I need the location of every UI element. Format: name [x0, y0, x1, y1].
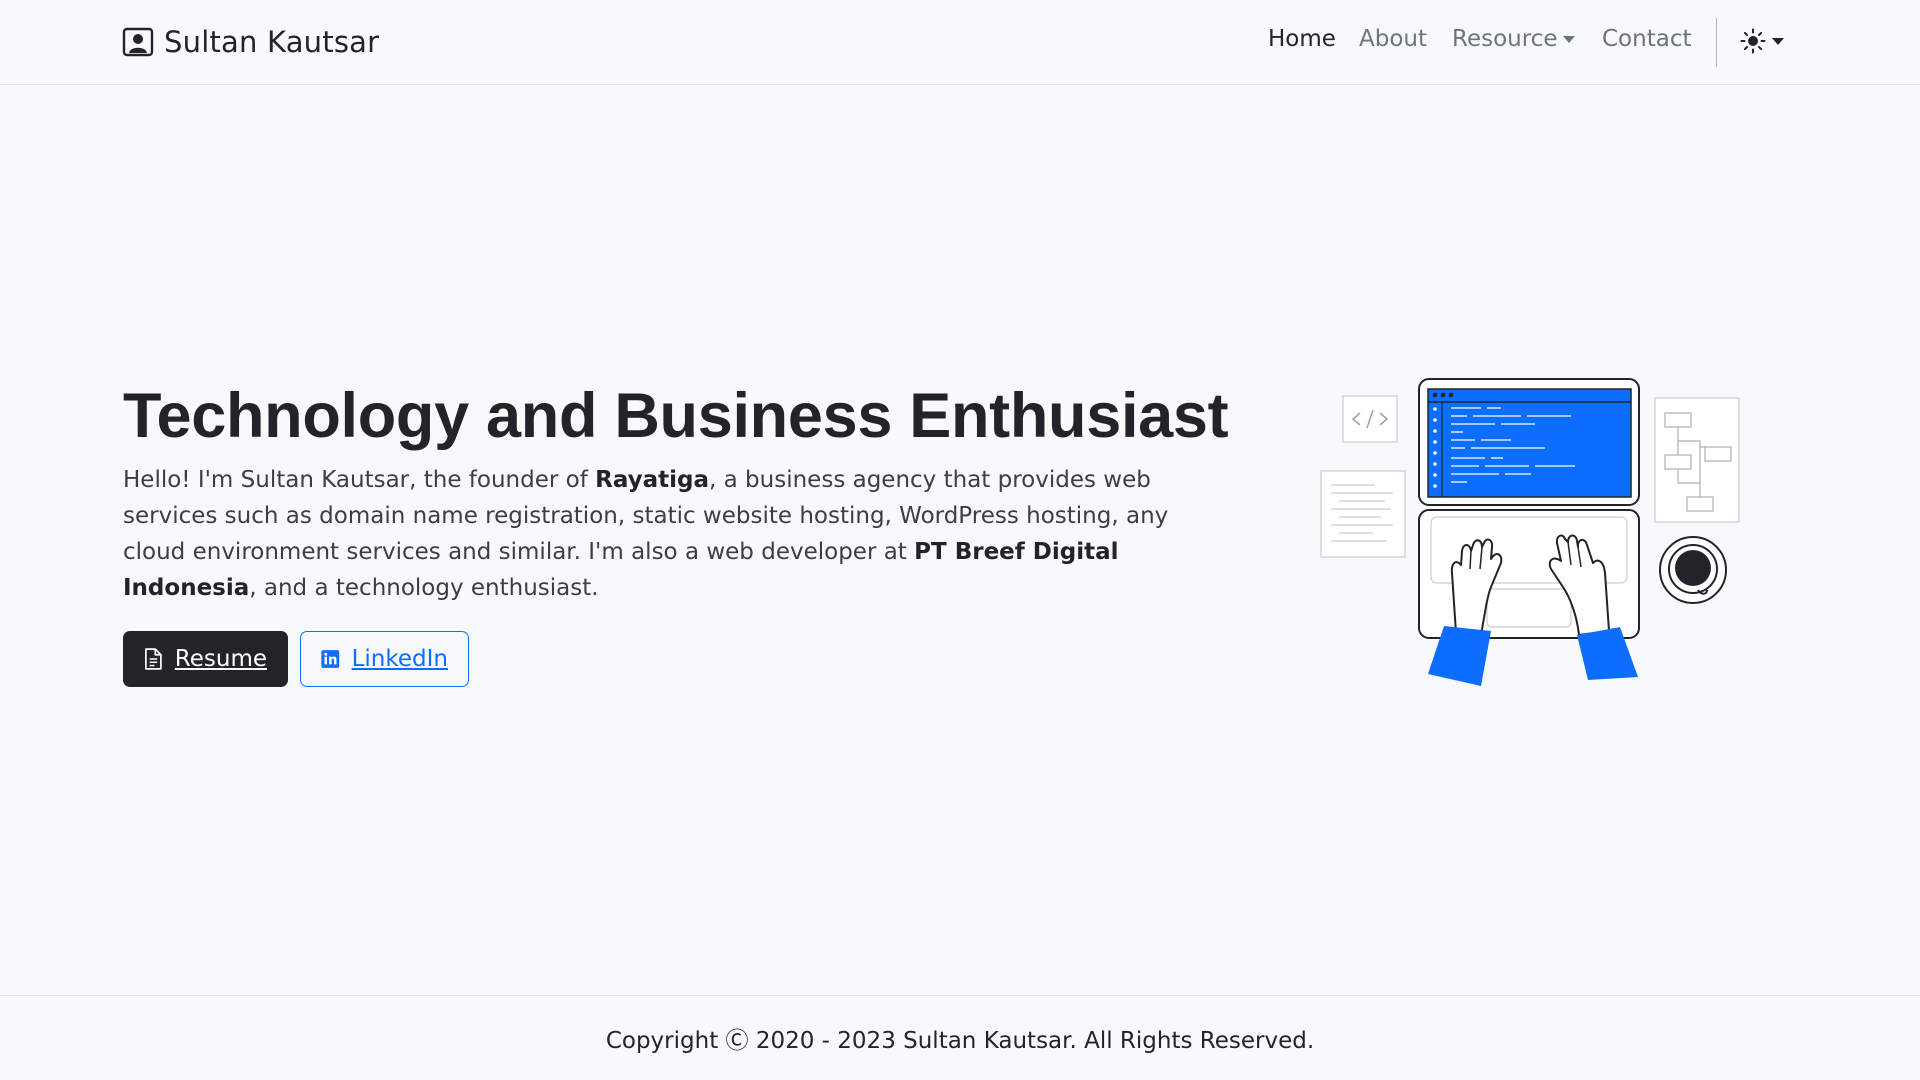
flowchart-card — [1654, 397, 1740, 523]
chevron-down-icon — [1563, 35, 1576, 43]
linkedin-label: LinkedIn — [351, 646, 448, 672]
code-card — [1342, 395, 1398, 443]
file-text-icon — [145, 648, 162, 670]
linkedin-icon — [321, 650, 340, 668]
theme-toggle-button[interactable] — [1740, 28, 1784, 54]
developer-laptop-illustration — [1320, 378, 1740, 686]
document-card — [1320, 470, 1406, 558]
hero-description: Hello! I'm Sultan Kautsar, the founder o… — [123, 462, 1233, 606]
brand-link[interactable]: Sultan Kautsar — [122, 24, 379, 60]
hero-intro-part-1: Hello! I'm Sultan Kautsar, the founder o… — [123, 467, 596, 493]
laptop-screen — [1418, 378, 1640, 506]
hero-intro-part-3: , and a technology enthusiast. — [249, 575, 599, 601]
footer: Copyright Ⓒ 2020 - 2023 Sultan Kautsar. … — [0, 995, 1920, 1080]
linkedin-button[interactable]: LinkedIn — [300, 631, 469, 687]
nav-home[interactable]: Home — [1268, 26, 1336, 52]
coffee-cup-icon — [1659, 536, 1727, 604]
chevron-down-icon — [1772, 37, 1784, 45]
nav-divider — [1716, 18, 1717, 67]
company-rayatiga: Rayatiga — [595, 467, 710, 493]
nav-resource-label: Resource — [1452, 26, 1558, 52]
navbar: Sultan Kautsar Home About Resource Conta… — [0, 0, 1920, 85]
copyright-text: Copyright Ⓒ 2020 - 2023 Sultan Kautsar. … — [605, 1028, 1315, 1054]
person-badge-icon — [122, 27, 154, 57]
nav-about[interactable]: About — [1359, 26, 1427, 52]
nav-resource-dropdown[interactable]: Resource — [1452, 26, 1576, 52]
hero-title: Technology and Business Enthusiast — [123, 381, 1229, 451]
sun-icon — [1740, 28, 1766, 54]
brand-name: Sultan Kautsar — [164, 25, 380, 59]
nav-contact[interactable]: Contact — [1602, 26, 1691, 52]
resume-button[interactable]: Resume — [123, 631, 288, 687]
resume-label: Resume — [174, 646, 267, 672]
